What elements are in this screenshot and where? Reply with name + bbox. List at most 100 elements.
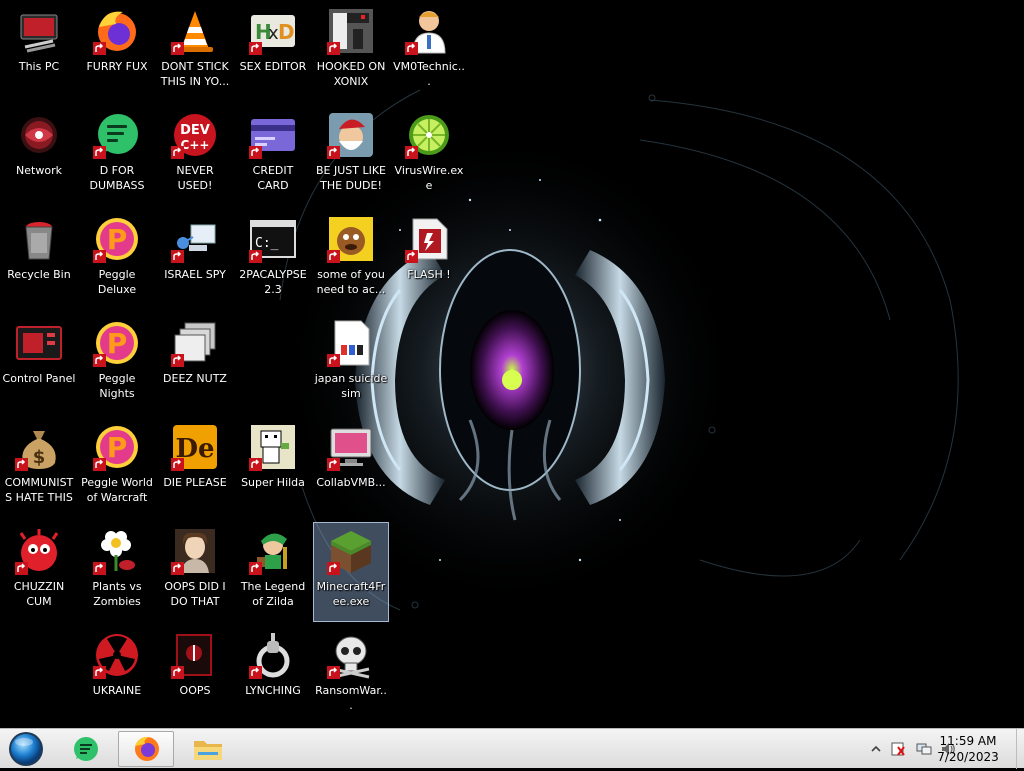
shortcut-arrow-icon <box>93 42 106 55</box>
desktop-icon-label: NEVER USED! <box>176 164 214 192</box>
shortcut-arrow-icon <box>405 42 418 55</box>
desktop-icon[interactable]: VirusWire.exe <box>391 106 467 206</box>
computer-icon <box>15 7 63 55</box>
desktop-icon[interactable]: P Peggle Deluxe <box>79 210 155 310</box>
desktop-icon-label: SEX EDITOR <box>239 60 307 73</box>
desktop-icon[interactable]: Hx D SEX EDITOR <box>235 2 311 102</box>
desktop-icon[interactable]: Plants vs Zombies <box>79 522 155 622</box>
desktop-icon[interactable]: RansomWar... <box>313 626 389 726</box>
desktop-icon[interactable]: VM0Technic... <box>391 2 467 102</box>
firefox-icon <box>135 736 159 761</box>
desktop-icon[interactable]: CollabVMB... <box>313 418 389 518</box>
desktop-icon-label: DIE PLEASE <box>163 476 227 489</box>
desktop-icon-label: HOOKED ON XONIX <box>316 60 386 88</box>
shortcut-arrow-icon <box>171 458 184 471</box>
shortcut-arrow-icon <box>327 562 340 575</box>
svg-text:P: P <box>107 431 128 464</box>
taskbar-file-explorer[interactable] <box>180 731 236 767</box>
desktop-icon[interactable]: some of you need to ac... <box>313 210 389 310</box>
desktop-icon[interactable]: UKRAINE <box>79 626 155 726</box>
desktop-icon[interactable]: LYNCHING <box>235 626 311 726</box>
taskbar-firefox[interactable] <box>118 731 174 767</box>
desktop-icon[interactable]: Super Hilda <box>235 418 311 518</box>
xonix-game-icon <box>327 7 375 55</box>
desktop-icon-label: DONT STICK THIS IN YO... <box>160 60 230 88</box>
desktop-icon[interactable]: japan suicide sim <box>313 314 389 414</box>
document-icon <box>327 319 375 367</box>
green-chat-icon <box>93 111 141 159</box>
desktop-icon[interactable]: OOPS <box>157 626 233 726</box>
devcpp-icon: DEV C++ <box>171 111 219 159</box>
desktop-icon[interactable]: This PC <box>1 2 77 102</box>
desktop-icon[interactable]: ISRAEL SPY <box>157 210 233 310</box>
svg-text:P: P <box>107 223 128 256</box>
desktop-icon-label: RansomWar... <box>315 684 387 712</box>
shortcut-arrow-icon <box>249 458 262 471</box>
network-share-icon <box>171 215 219 263</box>
start-orb-icon <box>9 732 43 766</box>
start-button[interactable] <box>6 731 46 767</box>
svg-text:C++: C++ <box>181 138 210 152</box>
desktop-icon-label: VirusWire.exe <box>394 164 464 192</box>
desktop-icon-label: CREDIT CARD CHECKER <box>252 164 294 192</box>
chevron-up-icon[interactable] <box>868 741 884 757</box>
peggle-icon: P <box>93 423 141 471</box>
desktop-icon[interactable]: DONT STICK THIS IN YO... <box>157 2 233 102</box>
lime-icon <box>405 111 453 159</box>
desktop-icon-label: Network <box>16 164 62 177</box>
desktop-icon[interactable]: Recycle Bin <box>1 210 77 310</box>
desktop-icon[interactable]: $ COMMUNISTS HATE THIS G... <box>1 418 77 518</box>
windows-stack-icon <box>171 319 219 367</box>
shortcut-arrow-icon <box>249 666 262 679</box>
desktop-icon[interactable]: P Peggle Nights Deluxe <box>79 314 155 414</box>
folder-icon <box>194 741 222 760</box>
desktop-icon[interactable]: FURRY FUX <box>79 2 155 102</box>
desktop-icon[interactable]: De DIE PLEASE <box>157 418 233 518</box>
clock[interactable]: 11:59 AM 7/20/2023 <box>928 733 1008 765</box>
minecraft-grass-icon <box>327 527 375 575</box>
desktop-icon-label: Peggle Deluxe <box>97 268 137 296</box>
desktop-icon[interactable]: Minecraft4Free.exe <box>313 522 389 622</box>
desktop-icon[interactable]: P Peggle World of Warcraft ... <box>79 418 155 518</box>
red-box-icon <box>171 631 219 679</box>
shortcut-arrow-icon <box>93 666 106 679</box>
desktop-icon[interactable]: CHUZZIN CUM <box>1 522 77 622</box>
green-chat-icon <box>74 737 98 761</box>
chuzzle-icon <box>15 527 63 575</box>
shortcut-arrow-icon <box>93 250 106 263</box>
desktop-icon-label: Minecraft4Free.exe <box>316 580 386 608</box>
svg-text:D: D <box>278 20 295 44</box>
shortcut-arrow-icon <box>171 146 184 159</box>
desktop-icon[interactable]: The Legend of Zilda <box>235 522 311 622</box>
terminal-icon: C:_ <box>249 215 297 263</box>
desktop-icon[interactable]: CREDIT CARD CHECKER <box>235 106 311 206</box>
shortcut-arrow-icon <box>249 146 262 159</box>
shortcut-arrow-icon <box>93 562 106 575</box>
desktop-icon[interactable]: Network <box>1 106 77 206</box>
desktop-icon-label: The Legend of Zilda <box>240 580 306 608</box>
desktop-icon[interactable]: D FOR DUMBASS <box>79 106 155 206</box>
doctor-icon <box>405 7 453 55</box>
desktop-icon[interactable]: C:_ 2PACALYPSE 2.3 <box>235 210 311 310</box>
desktop[interactable]: This PC Network Recycle Bin Control Panel $ C… <box>0 0 1024 728</box>
desktop-icon[interactable]: Control Panel <box>1 314 77 414</box>
action-center-icon[interactable] <box>890 741 906 757</box>
desktop-icon[interactable]: DEV C++ NEVER USED! <box>157 106 233 206</box>
pixel-character-icon <box>249 423 297 471</box>
desktop-icon[interactable]: HOOKED ON XONIX <box>313 2 389 102</box>
network-icon <box>15 111 63 159</box>
desktop-icon[interactable]: DEEZ NUTZ <box>157 314 233 414</box>
taskbar: 11:59 AM 7/20/2023 <box>0 728 1024 769</box>
flash-file-icon <box>405 215 453 263</box>
taskbar-chat-app[interactable] <box>58 731 114 767</box>
zelda-character-icon <box>249 527 297 575</box>
desktop-icon-label: DEEZ NUTZ <box>163 372 227 385</box>
desktop-icon-label: 2PACALYPSE 2.3 <box>239 268 307 296</box>
shortcut-arrow-icon <box>327 458 340 471</box>
desktop-icon[interactable]: BE JUST LIKE THE DUDE! <box>313 106 389 206</box>
desktop-icon[interactable]: OOPS DID I DO THAT <box>157 522 233 622</box>
system-tray: 11:59 AM 7/20/2023 <box>824 729 1024 769</box>
hxd-editor-icon: HxD <box>249 7 297 55</box>
show-desktop-button[interactable] <box>1016 729 1024 769</box>
desktop-icon[interactable]: FLASH ! <box>391 210 467 310</box>
